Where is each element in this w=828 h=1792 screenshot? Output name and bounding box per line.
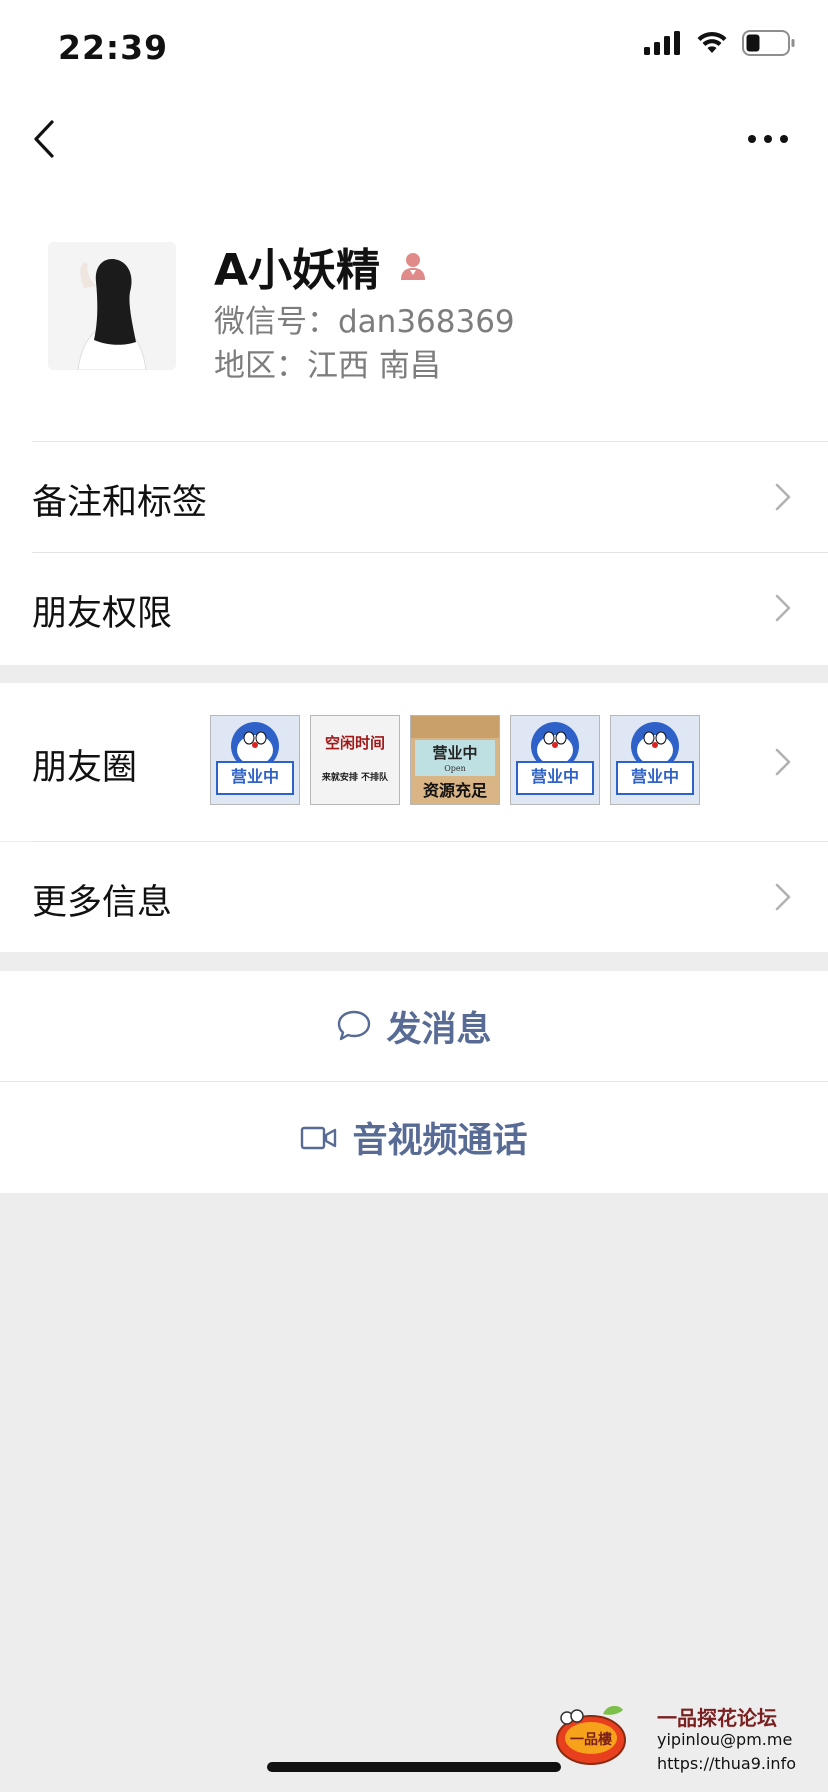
battery-icon xyxy=(742,30,795,56)
thumb-caption: 资源充足 xyxy=(423,781,488,800)
status-bar: 22:39 xyxy=(0,0,828,100)
wood-sign-image: 营业中 Open 资源充足 xyxy=(411,716,499,804)
back-button[interactable] xyxy=(22,114,72,164)
more-info-label: 更多信息 xyxy=(32,883,173,923)
contact-profile-page: 22:39 A小妖精 微信号：dan368369 地区：江西 南昌 备注和标签 … xyxy=(0,0,828,1792)
wechat-id: 微信号：dan368369 xyxy=(214,304,515,340)
video-camera-icon xyxy=(301,1126,337,1149)
moments-row[interactable]: 朋友圈 营业中 空闲时间 来就安排 不排队 营业中 Open 资源充足 营业中 … xyxy=(0,683,828,841)
profile-header: A小妖精 微信号：dan368369 地区：江西 南昌 xyxy=(0,180,828,442)
watermark: 一品樓 一品探花论坛 yipinlou@pm.me https://thua9.… xyxy=(555,1700,805,1780)
remarks-tags-label: 备注和标签 xyxy=(32,483,208,523)
chevron-right-icon xyxy=(775,483,791,511)
region: 地区：江西 南昌 xyxy=(214,348,441,384)
friend-permissions-row[interactable]: 朋友权限 xyxy=(0,553,828,664)
doraemon-sign-image: 营业中 xyxy=(211,716,299,804)
thumb-caption: Open xyxy=(444,764,466,773)
watermark-logo-text: 一品樓 xyxy=(570,1731,612,1748)
av-call-label: 音视频通话 xyxy=(352,1121,528,1161)
chevron-right-icon xyxy=(775,883,791,911)
moments-thumbnail[interactable]: 营业中 xyxy=(510,715,600,805)
moments-thumbnails: 营业中 空闲时间 来就安排 不排队 营业中 Open 资源充足 营业中 营业中 xyxy=(210,715,700,805)
thumb-caption: 营业中 xyxy=(432,744,477,762)
doraemon-sign-image: 营业中 xyxy=(611,716,699,804)
text-card-image: 空闲时间 来就安排 不排队 xyxy=(311,716,399,804)
watermark-email: yipinlou@pm.me xyxy=(657,1730,793,1749)
home-indicator[interactable] xyxy=(267,1762,561,1772)
watermark-title: 一品探花论坛 xyxy=(657,1706,777,1730)
doraemon-sign-image: 营业中 xyxy=(511,716,599,804)
moments-thumbnail[interactable]: 空闲时间 来就安排 不排队 xyxy=(310,715,400,805)
chevron-left-icon xyxy=(34,120,54,158)
send-message-label: 发消息 xyxy=(386,1009,492,1050)
female-user-icon xyxy=(401,253,426,280)
more-info-row[interactable]: 更多信息 xyxy=(0,842,828,952)
av-call-button[interactable]: 音视频通话 xyxy=(0,1082,828,1193)
more-options-button[interactable] xyxy=(742,114,798,164)
chat-bubble-icon xyxy=(338,1010,371,1041)
watermark-logo: 一品樓 xyxy=(556,1705,626,1765)
friend-permissions-label: 朋友权限 xyxy=(32,594,173,634)
moments-thumbnail[interactable]: 营业中 xyxy=(610,715,700,805)
wifi-icon xyxy=(697,31,727,53)
navigation-bar xyxy=(0,100,828,180)
avatar-image xyxy=(48,242,176,370)
status-time: 22:39 xyxy=(58,28,169,67)
avatar[interactable] xyxy=(48,242,176,370)
chevron-right-icon xyxy=(775,594,791,622)
status-icons xyxy=(644,30,796,56)
moments-label: 朋友圈 xyxy=(32,748,138,788)
watermark-url: https://thua9.info xyxy=(657,1754,796,1773)
chevron-right-icon xyxy=(775,748,791,776)
ellipsis-icon xyxy=(748,135,788,143)
thumb-caption: 营业中 xyxy=(631,767,679,786)
cellular-signal-icon xyxy=(644,31,680,55)
contact-name-text: A小妖精 xyxy=(214,245,381,296)
contact-name: A小妖精 xyxy=(214,234,428,298)
thumb-caption: 营业中 xyxy=(231,767,279,786)
thumb-caption: 来就安排 不排队 xyxy=(321,771,389,783)
moments-thumbnail[interactable]: 营业中 xyxy=(210,715,300,805)
thumb-caption: 空闲时间 xyxy=(325,734,385,752)
thumb-caption: 营业中 xyxy=(531,767,579,786)
moments-thumbnail[interactable]: 营业中 Open 资源充足 xyxy=(410,715,500,805)
remarks-tags-row[interactable]: 备注和标签 xyxy=(0,442,828,552)
send-message-button[interactable]: 发消息 xyxy=(0,971,828,1081)
